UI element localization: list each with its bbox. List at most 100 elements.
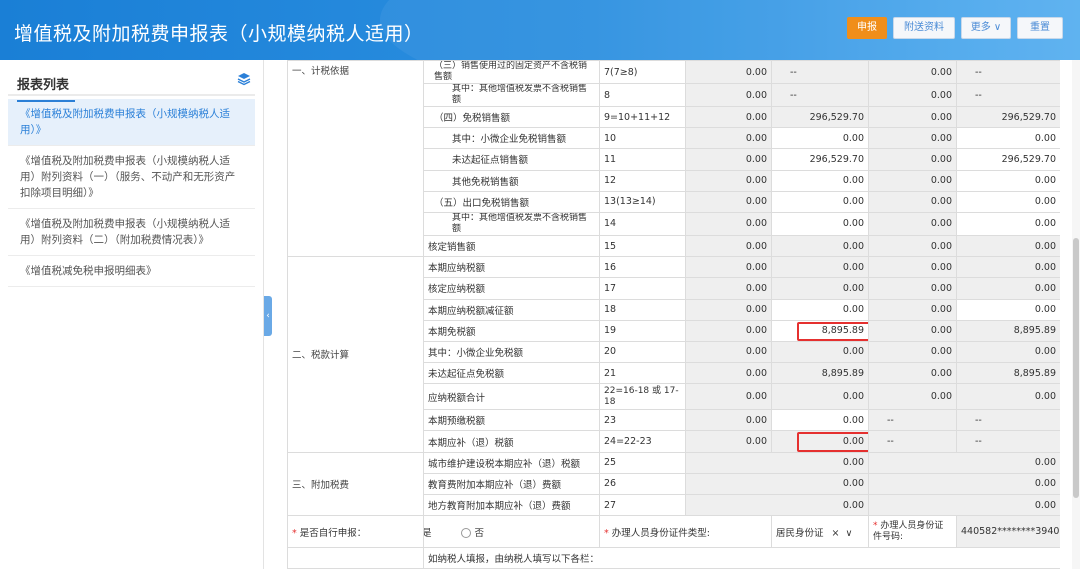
line-no: 12 bbox=[599, 169, 686, 192]
radio-no[interactable]: 否 bbox=[460, 528, 484, 539]
page-title: 增值税及附加税费申报表（小规模纳税人适用） bbox=[14, 23, 424, 45]
declare-button[interactable]: 申报 bbox=[847, 17, 887, 39]
value-cell: 0.00 bbox=[956, 256, 1060, 279]
value-cell: 0.00 bbox=[868, 493, 1060, 517]
item-label: 其中：其他增值税发票不含税销售额 bbox=[423, 83, 600, 107]
value-cell: 0.00 bbox=[685, 256, 772, 279]
sidebar-item-main-form[interactable]: 《增值税及附加税费申报表（小规模纳税人适用）》 bbox=[8, 99, 255, 146]
line-no: 22=16-18 或 17-18 bbox=[599, 383, 686, 411]
value-cell: 0.00 bbox=[956, 277, 1060, 300]
sidebar-item-schedule-1[interactable]: 《增值税及附加税费申报表（小规模纳税人适用）附列资料（一）（服务、不动产和无形资… bbox=[8, 146, 255, 209]
line-no: 11 bbox=[599, 148, 686, 171]
value-cell: 0.00 bbox=[685, 362, 772, 385]
item-label: 本期应补（退）税额 bbox=[423, 430, 600, 453]
value-cell: 0.00 bbox=[685, 409, 772, 432]
value-cell: 0.00 bbox=[868, 451, 1060, 474]
value-cell: 0.00 bbox=[868, 298, 957, 321]
value-cell: -- bbox=[956, 430, 1060, 453]
value-input[interactable]: 0.00 bbox=[956, 190, 1060, 213]
required-mark: * bbox=[604, 527, 612, 539]
item-label: （三）销售使用过的固定资产不含税销售额 bbox=[423, 60, 600, 84]
line-no: 16 bbox=[599, 256, 686, 279]
line-no: 7(7≥8) bbox=[599, 60, 686, 84]
clear-icon[interactable]: × bbox=[832, 528, 840, 539]
line-no: 20 bbox=[599, 340, 686, 364]
value-input[interactable]: 296,529.70 bbox=[771, 148, 869, 171]
value-cell: 0.00 bbox=[685, 277, 772, 300]
item-label: 其中：小微企业免税额 bbox=[423, 340, 600, 364]
line-no: 21 bbox=[599, 362, 686, 385]
form-area: 一、计税依据 （三）销售使用过的固定资产不含税销售额 7(7≥8) 0.00 -… bbox=[287, 60, 1060, 569]
scrollbar[interactable] bbox=[1072, 60, 1080, 569]
declaration-table: 一、计税依据 （三）销售使用过的固定资产不含税销售额 7(7≥8) 0.00 -… bbox=[287, 60, 1060, 569]
value-input[interactable]: 0.00 bbox=[771, 211, 869, 236]
chevron-left-icon: ‹ bbox=[266, 311, 270, 321]
sidebar-item-exemption-detail[interactable]: 《增值税减免税申报明细表》 bbox=[8, 256, 255, 287]
value-cell: 0.00 bbox=[771, 383, 869, 411]
value-cell: 0.00 bbox=[956, 340, 1060, 364]
value-cell: 0.00 bbox=[685, 319, 772, 342]
value-cell: 0.00 bbox=[685, 493, 869, 517]
required-mark: * bbox=[292, 527, 300, 539]
value-input[interactable]: 0.00 bbox=[956, 211, 1060, 236]
value-cell: 0.00 bbox=[868, 340, 957, 364]
value-cell: 0.00 bbox=[685, 148, 772, 171]
value-cell: 0.00 bbox=[685, 211, 772, 236]
value-input[interactable]: 0.00 bbox=[956, 298, 1060, 321]
value-input[interactable]: 0.00 bbox=[771, 127, 869, 150]
value-cell: 0.00 bbox=[868, 234, 957, 258]
id-type-select[interactable]: 居民身份证 × ∨ bbox=[771, 515, 869, 549]
reset-button[interactable]: 重置 bbox=[1017, 17, 1063, 39]
value-cell: 8,895.89 bbox=[956, 319, 1060, 342]
value-cell: 0.00 bbox=[868, 277, 957, 300]
empty-cell bbox=[287, 547, 424, 569]
sidebar-header: 报表列表 bbox=[8, 60, 255, 102]
value-input[interactable]: 0.00 bbox=[771, 298, 869, 321]
value-cell: 0.00 bbox=[685, 298, 772, 321]
value-cell: 296,529.70 bbox=[956, 105, 1060, 129]
value-input[interactable]: 0.00 bbox=[771, 409, 869, 432]
attach-docs-button[interactable]: 附送资料 bbox=[893, 17, 955, 39]
value-cell: 0.00 bbox=[868, 190, 957, 213]
value-cell: 0.00 bbox=[685, 105, 772, 129]
line-no: 13(13≥14) bbox=[599, 190, 686, 213]
value-input[interactable]: 0.00 bbox=[956, 127, 1060, 150]
value-input[interactable]: 0.00 bbox=[771, 169, 869, 192]
value-cell: 0.00 bbox=[868, 362, 957, 385]
item-label: 未达起征点免税额 bbox=[423, 362, 600, 385]
value-cell: 8,895.89 bbox=[771, 362, 869, 385]
item-label: 核定应纳税额 bbox=[423, 277, 600, 300]
highlighted-exempt-tax-value[interactable]: 8,895.89 bbox=[771, 319, 869, 342]
section-label: 三、附加税费 bbox=[287, 451, 424, 517]
item-label: 其中：小微企业免税销售额 bbox=[423, 127, 600, 150]
declaration-row: * 是否自行申报： 是 否 * 办理人员身份证件类型: 居民身份证 × ∨ * 办理… bbox=[287, 515, 1060, 549]
value-cell: 0.00 bbox=[956, 234, 1060, 258]
item-label: （四）免税销售额 bbox=[423, 105, 600, 129]
value-input[interactable]: 0.00 bbox=[956, 169, 1060, 192]
highlighted-payable-value: 0.00 bbox=[771, 430, 869, 453]
app-header: 增值税及附加税费申报表（小规模纳税人适用） 申报 附送资料 更多 ∨ 重置 bbox=[0, 0, 1080, 60]
more-button[interactable]: 更多 ∨ bbox=[961, 17, 1011, 39]
value-cell: 0.00 bbox=[868, 256, 957, 279]
item-label: 教育费附加本期应补（退）费额 bbox=[423, 472, 600, 496]
value-cell: 0.00 bbox=[685, 234, 772, 258]
radio-yes[interactable]: 是 bbox=[425, 528, 432, 539]
value-cell: 0.00 bbox=[868, 319, 957, 342]
header-toolbar: 申报 附送资料 更多 ∨ 重置 bbox=[847, 17, 1063, 39]
collapse-sidebar-button[interactable]: ‹ bbox=[264, 296, 272, 336]
id-no-text: 办理人员身份证件号码: bbox=[873, 520, 944, 542]
sidebar-item-schedule-2[interactable]: 《增值税及附加税费申报表（小规模纳税人适用）附列资料（二）（附加税费情况表）》 bbox=[8, 209, 255, 256]
value-cell: 0.00 bbox=[868, 169, 957, 192]
item-label: 城市维护建设税本期应补（退）税额 bbox=[423, 451, 600, 474]
value-cell: 0.00 bbox=[685, 83, 772, 107]
scrollbar-thumb[interactable] bbox=[1073, 238, 1079, 498]
value-cell: -- bbox=[771, 83, 869, 107]
value-cell: 0.00 bbox=[868, 60, 957, 84]
line-no: 24=22-23 bbox=[599, 430, 686, 453]
more-label: 更多 bbox=[970, 22, 991, 33]
id-no-field[interactable]: 440582********3940 bbox=[956, 515, 1060, 549]
value-input[interactable]: 296,529.70 bbox=[956, 148, 1060, 171]
value-input[interactable]: 0.00 bbox=[771, 190, 869, 213]
value-cell: 0.00 bbox=[685, 127, 772, 150]
layers-icon[interactable] bbox=[237, 72, 251, 86]
